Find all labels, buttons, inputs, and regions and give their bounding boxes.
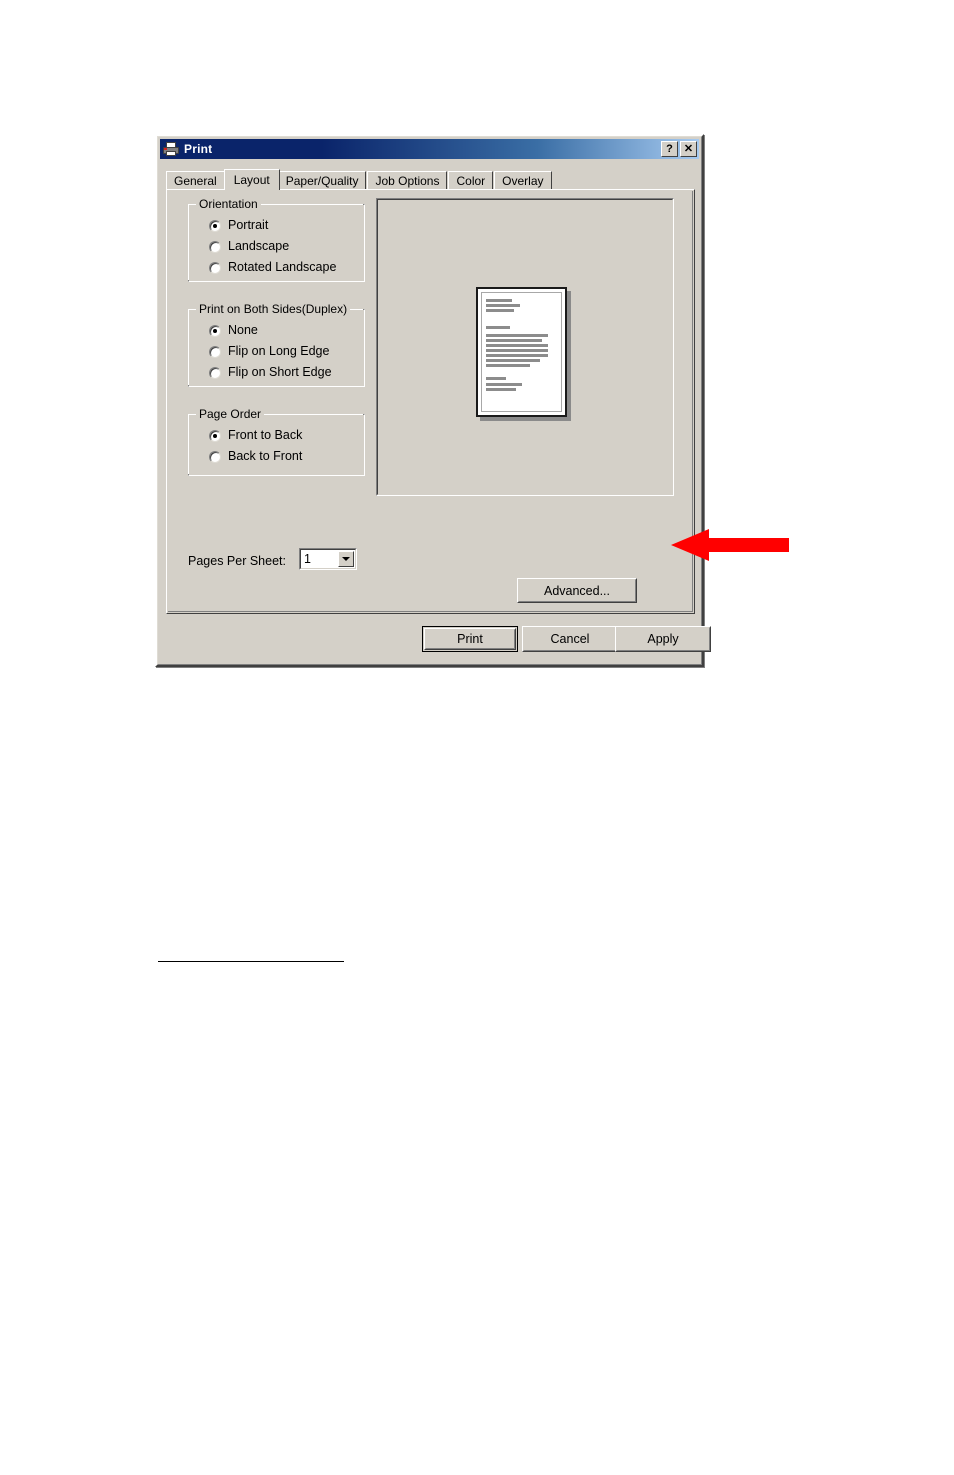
- pages-per-sheet-combobox[interactable]: 1: [299, 548, 357, 570]
- preview-text-line: [486, 377, 506, 380]
- tab-overlay[interactable]: Overlay: [494, 171, 552, 190]
- print-preview-panel: [376, 198, 674, 496]
- print-button[interactable]: Print: [422, 626, 518, 652]
- preview-text-line: [486, 339, 542, 342]
- radio-portrait[interactable]: Portrait: [209, 218, 268, 233]
- close-icon[interactable]: ✕: [680, 141, 697, 157]
- window-title: Print: [184, 142, 213, 156]
- radio-indicator: [209, 324, 221, 337]
- tab-layout[interactable]: Layout: [223, 169, 280, 190]
- preview-text-line: [486, 349, 548, 352]
- layout-tab-page: Orientation Portrait Landscape Rotated L…: [166, 189, 695, 614]
- tab-general[interactable]: General: [166, 171, 225, 190]
- advanced-button-label: Advanced...: [543, 583, 610, 598]
- printer-icon: [163, 142, 179, 156]
- radio-label: None: [228, 323, 258, 337]
- radio-front-to-back[interactable]: Front to Back: [209, 428, 302, 443]
- radio-indicator: [209, 429, 221, 442]
- page-order-group: Page Order Front to Back Back to Front: [188, 408, 365, 476]
- preview-text-line: [486, 344, 548, 347]
- preview-page-sheet: [476, 287, 567, 417]
- red-pointer-arrow: [671, 529, 789, 561]
- duplex-group-title: Print on Both Sides(Duplex): [196, 303, 351, 316]
- tab-paper-quality[interactable]: Paper/Quality: [277, 171, 367, 190]
- preview-text-line: [486, 354, 548, 357]
- advanced-button[interactable]: Advanced...: [517, 578, 637, 603]
- radio-label: Flip on Short Edge: [228, 365, 332, 379]
- pages-per-sheet-value: 1: [304, 552, 311, 566]
- radio-back-to-front[interactable]: Back to Front: [209, 449, 302, 464]
- preview-text-line: [486, 334, 548, 337]
- orientation-group-title: Orientation: [196, 198, 261, 211]
- footnote-separator-rule: [158, 961, 344, 962]
- radio-label: Flip on Long Edge: [228, 344, 330, 358]
- radio-indicator: [209, 219, 221, 232]
- radio-duplex-none[interactable]: None: [209, 323, 258, 338]
- radio-landscape[interactable]: Landscape: [209, 239, 289, 254]
- radio-label: Front to Back: [228, 428, 303, 442]
- preview-text-line: [486, 388, 516, 391]
- tab-job-options[interactable]: Job Options: [367, 171, 448, 190]
- help-icon[interactable]: ?: [661, 141, 678, 157]
- preview-text-line: [486, 309, 514, 312]
- radio-indicator: [209, 366, 221, 379]
- radio-flip-long-edge[interactable]: Flip on Long Edge: [209, 344, 329, 359]
- print-dialog-window: Print ? ✕ General Layout Paper/Quality J…: [155, 134, 711, 667]
- radio-label: Rotated Landscape: [228, 260, 337, 274]
- radio-flip-short-edge[interactable]: Flip on Short Edge: [209, 365, 332, 380]
- preview-text-line: [486, 364, 530, 367]
- preview-text-line: [486, 304, 520, 307]
- titlebar-button-group: ? ✕: [661, 141, 697, 157]
- print-button-label: Print: [457, 632, 483, 646]
- apply-button-label: Apply: [647, 632, 679, 646]
- radio-indicator: [209, 450, 221, 463]
- radio-indicator: [209, 261, 221, 274]
- preview-text-line: [486, 383, 522, 386]
- page-order-group-title: Page Order: [196, 408, 265, 421]
- tab-color[interactable]: Color: [448, 171, 494, 190]
- chevron-down-icon[interactable]: [338, 551, 354, 567]
- title-bar[interactable]: Print ? ✕: [160, 139, 699, 159]
- cancel-button-label: Cancel: [550, 632, 590, 646]
- orientation-group: Orientation Portrait Landscape Rotated L…: [188, 198, 365, 282]
- tab-strip: General Layout Paper/Quality Job Options…: [166, 169, 693, 190]
- radio-label: Back to Front: [228, 449, 303, 463]
- radio-indicator: [209, 345, 221, 358]
- preview-text-line: [486, 299, 512, 302]
- apply-button[interactable]: Apply: [615, 626, 711, 652]
- radio-rotated-landscape[interactable]: Rotated Landscape: [209, 260, 336, 275]
- preview-text-line: [486, 359, 540, 362]
- duplex-group: Print on Both Sides(Duplex) None Flip on…: [188, 303, 365, 387]
- radio-label: Portrait: [228, 218, 269, 232]
- cancel-button[interactable]: Cancel: [522, 626, 618, 652]
- pages-per-sheet-label: Pages Per Sheet:: [188, 554, 286, 568]
- radio-label: Landscape: [228, 239, 290, 253]
- radio-indicator: [209, 240, 221, 253]
- preview-text-line: [486, 326, 510, 329]
